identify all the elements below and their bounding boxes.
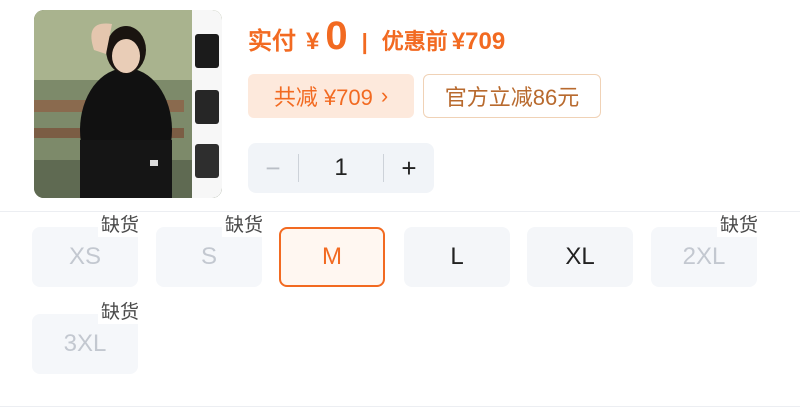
section-divider — [0, 211, 800, 212]
size-option-xl[interactable]: XL — [527, 227, 633, 287]
decrease-quantity-button[interactable]: − — [248, 143, 298, 193]
size-option-m[interactable]: M — [279, 227, 385, 287]
size-option-3xl[interactable]: 3XL 缺货 — [32, 302, 142, 374]
size-label: L — [450, 243, 464, 270]
size-label: 2XL — [682, 243, 726, 270]
price-row: 实付 ¥ 0 | 优惠前 ¥709 — [248, 14, 505, 70]
out-of-stock-badge: 缺货 — [221, 215, 266, 237]
total-saving-button[interactable]: 共减 ¥709 › — [248, 74, 414, 118]
size-label: XL — [565, 243, 595, 270]
currency-symbol: ¥ — [306, 28, 320, 55]
size-label: 3XL — [63, 330, 107, 357]
size-option-2xl[interactable]: 2XL 缺货 — [651, 215, 761, 287]
out-of-stock-badge: 缺货 — [97, 302, 142, 324]
out-of-stock-badge: 缺货 — [716, 215, 761, 237]
size-option-xs[interactable]: XS 缺货 — [32, 215, 142, 287]
size-label: XS — [68, 243, 101, 270]
increase-quantity-button[interactable]: + — [384, 143, 434, 193]
original-price-label: 优惠前 — [381, 29, 448, 54]
actual-price-label: 实付 — [248, 28, 296, 55]
section-divider — [0, 406, 800, 407]
size-label: M — [322, 243, 342, 270]
quantity-value[interactable]: 1 — [299, 154, 383, 182]
chevron-right-icon: › — [380, 83, 389, 108]
size-label: S — [200, 243, 217, 270]
price-separator: | — [361, 29, 368, 54]
original-price-value: ¥709 — [451, 28, 506, 55]
size-option-l[interactable]: L — [404, 227, 510, 287]
size-option-s[interactable]: S 缺货 — [156, 215, 266, 287]
quantity-stepper: − 1 + — [248, 143, 434, 193]
actual-price-value: 0 — [325, 14, 348, 58]
product-image[interactable] — [34, 10, 222, 198]
total-saving-label: 共减 ¥709 — [273, 85, 373, 110]
official-discount-tag: 官方立减86元 — [423, 74, 601, 118]
out-of-stock-badge: 缺货 — [97, 215, 142, 237]
